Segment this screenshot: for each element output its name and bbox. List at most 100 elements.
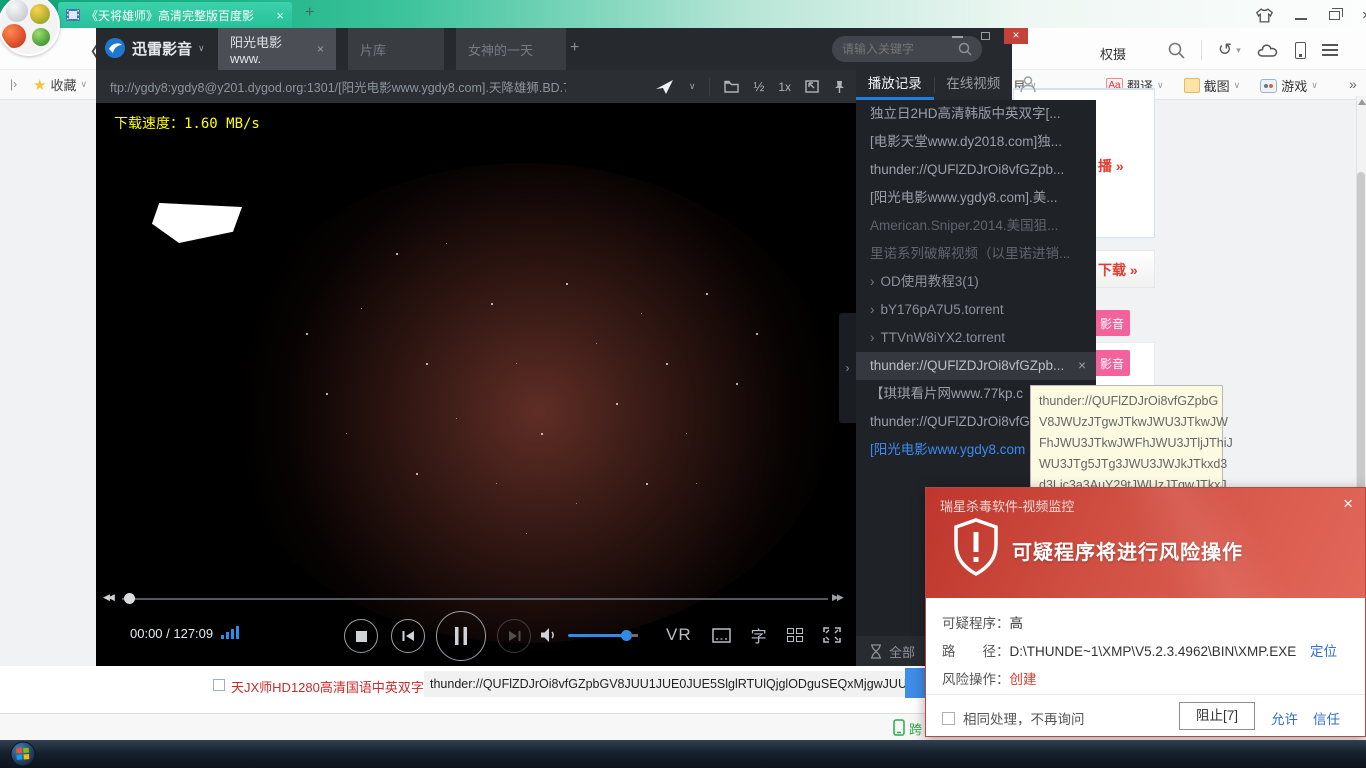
tab-online-video[interactable]: 在线视频 xyxy=(935,70,1013,100)
undo-icon[interactable]: ↺ xyxy=(1218,40,1232,60)
snapshot-icon[interactable] xyxy=(712,628,731,643)
checkbox[interactable] xyxy=(942,712,955,725)
thunder-link-box[interactable]: thunder://QUFlZDJrOi8vfGZpbGV8JUU1JUE0JU… xyxy=(424,671,905,697)
block-button[interactable]: 阻止[7] xyxy=(1179,702,1255,730)
fullscreen-icon[interactable] xyxy=(823,627,841,643)
star-dot xyxy=(641,313,642,314)
star-dot xyxy=(541,433,543,435)
games-icon xyxy=(1260,79,1277,93)
seek-bar[interactable] xyxy=(122,598,828,600)
previous-button[interactable] xyxy=(391,619,425,653)
movie-row-title[interactable]: 天JX师HD1280高清国语中英双字 xyxy=(231,677,424,696)
page-badge[interactable]: 影音 xyxy=(1094,350,1130,376)
split-screen-icon[interactable] xyxy=(787,628,803,642)
cloud-icon[interactable] xyxy=(1257,43,1279,58)
tooltip-line: WU3JTg5JTg3JWU3JWJkJTkxd3 xyxy=(1039,454,1214,475)
same-handling-option[interactable]: 相同处理，不再询问 xyxy=(942,708,1085,728)
player-tab[interactable]: 片库 xyxy=(348,28,444,70)
playlist-item[interactable]: [电影天堂www.dy2018.com]独... xyxy=(856,128,1096,156)
pause-button[interactable] xyxy=(436,611,486,661)
mini-window-icon[interactable] xyxy=(805,80,819,93)
playlist-collapse-handle[interactable]: › xyxy=(839,313,856,423)
search-icon[interactable] xyxy=(1168,42,1185,59)
close-icon[interactable]: × xyxy=(1343,494,1353,514)
speaker-icon[interactable] xyxy=(540,627,558,643)
player-tab[interactable]: 女神的一天 xyxy=(456,28,566,70)
stop-button[interactable] xyxy=(344,619,378,653)
undo-caret-icon[interactable]: ▾ xyxy=(1236,45,1241,56)
browser-tab-title: 《天将雄师》高清完整版百度影 xyxy=(86,7,268,24)
page-badge[interactable]: 影音 xyxy=(1094,310,1130,336)
close-icon[interactable]: × xyxy=(1362,7,1366,24)
restore-icon[interactable] xyxy=(1329,11,1340,20)
chevron-down-icon[interactable]: ∨ xyxy=(689,81,696,92)
page-play-link[interactable]: 播 » xyxy=(1098,156,1124,176)
subtitle-button[interactable]: 字 xyxy=(751,623,767,647)
close-icon[interactable]: × xyxy=(317,42,324,56)
toolbar-item-games[interactable]: 游戏∨ xyxy=(1260,76,1318,95)
download-button-partial[interactable] xyxy=(905,668,925,698)
allow-button[interactable]: 允许 xyxy=(1271,708,1298,728)
toolbar-item-label: 截图 xyxy=(1204,76,1230,95)
maximize-icon[interactable] xyxy=(981,32,990,40)
folder-icon[interactable] xyxy=(724,80,739,93)
pin-icon[interactable] xyxy=(833,80,846,94)
volume-control xyxy=(540,627,630,643)
speed-1x-button[interactable]: 1x xyxy=(778,80,791,94)
chevron-down-icon: ∨ xyxy=(1311,80,1318,91)
close-icon[interactable]: × xyxy=(1078,352,1086,380)
player-tab[interactable]: 阳光电影www.× xyxy=(218,28,336,70)
browser-tab[interactable]: 《天将雄师》高清完整版百度影 × xyxy=(58,2,292,28)
playlist-item[interactable]: ›TTVnW8iYX2.torrent xyxy=(856,324,1096,352)
player-logo[interactable]: 迅雷影音 ∨ xyxy=(104,37,205,59)
seek-rewind-icon[interactable]: ◀◀ xyxy=(103,592,113,603)
player-tab-label: 女神的一天 xyxy=(468,40,533,59)
playlist-item[interactable]: 里诺系列破解视频（以里诺进销... xyxy=(856,240,1096,268)
half-size-button[interactable]: ½ xyxy=(753,79,764,94)
close-icon[interactable]: × xyxy=(1004,28,1028,44)
start-button[interactable] xyxy=(8,741,38,767)
playlist-item-label: [电影天堂www.dy2018.com]独... xyxy=(870,128,1086,156)
volume-slider[interactable] xyxy=(568,634,630,637)
mobile-icon[interactable] xyxy=(1295,42,1306,59)
tab-close-icon[interactable]: × xyxy=(276,8,284,23)
browser-new-tab-button[interactable]: + xyxy=(305,4,314,22)
player-new-tab-button[interactable]: + xyxy=(570,39,579,57)
skin-icon[interactable] xyxy=(1256,8,1273,23)
playlist-item[interactable]: 独立日2HD高清韩版中英双字[... xyxy=(856,100,1096,128)
playlist-item[interactable]: ›bY176pA7U5.torrent xyxy=(856,296,1096,324)
menu-icon[interactable] xyxy=(1322,44,1338,56)
search-input[interactable] xyxy=(842,42,950,56)
seek-forward-icon[interactable]: ▶▶ xyxy=(832,592,842,603)
video-surface[interactable]: 下载速度：1.60 MB/s ◀◀ ▶▶ 00:00 / 127:09 xyxy=(96,103,856,666)
locate-link[interactable]: 定位 xyxy=(1310,640,1337,660)
volume-handle[interactable] xyxy=(621,630,632,641)
divider xyxy=(1201,40,1202,60)
sidebar-toggle-icon[interactable]: |› xyxy=(10,77,17,91)
toolbar-more-icon[interactable]: » xyxy=(1349,76,1357,92)
trust-button[interactable]: 信任 xyxy=(1313,708,1340,728)
address-text-fragment: 权摄 xyxy=(1100,44,1126,63)
playlist-item[interactable]: thunder://QUFlZDJrOi8vfGZpb... xyxy=(856,156,1096,184)
next-button[interactable] xyxy=(497,619,531,653)
playlist-item[interactable]: ›OD使用教程3(1) xyxy=(856,268,1096,296)
seek-handle[interactable] xyxy=(124,593,135,604)
cross-screen-label[interactable]: 跨 xyxy=(909,719,922,738)
row-checkbox[interactable] xyxy=(213,679,225,691)
star-dot xyxy=(616,403,618,405)
page-download-link[interactable]: 下载 » xyxy=(1098,260,1138,280)
playlist-item[interactable]: [阳光电影www.ygdy8.com].美... xyxy=(856,184,1096,212)
scrollbar-up-arrow[interactable] xyxy=(1358,99,1366,105)
tab-play-history[interactable]: 播放记录 xyxy=(856,70,934,100)
accelerate-icon[interactable] xyxy=(655,79,675,95)
minimize-icon[interactable] xyxy=(952,36,963,38)
browser-window-controls: × xyxy=(1256,6,1366,24)
playlist-item[interactable]: American.Sniper.2014.美国狙... xyxy=(856,212,1096,240)
star-dot xyxy=(516,363,517,364)
favorites-button[interactable]: ★ 收藏 ∨ xyxy=(33,75,87,94)
vr-button[interactable]: VR xyxy=(666,625,692,645)
search-icon[interactable] xyxy=(958,42,972,56)
toolbar-item-screenshot[interactable]: 截图∨ xyxy=(1184,76,1241,95)
minimize-icon[interactable] xyxy=(1295,18,1307,20)
playlist-item[interactable]: thunder://QUFlZDJrOi8vfGZpb...× xyxy=(856,352,1096,380)
